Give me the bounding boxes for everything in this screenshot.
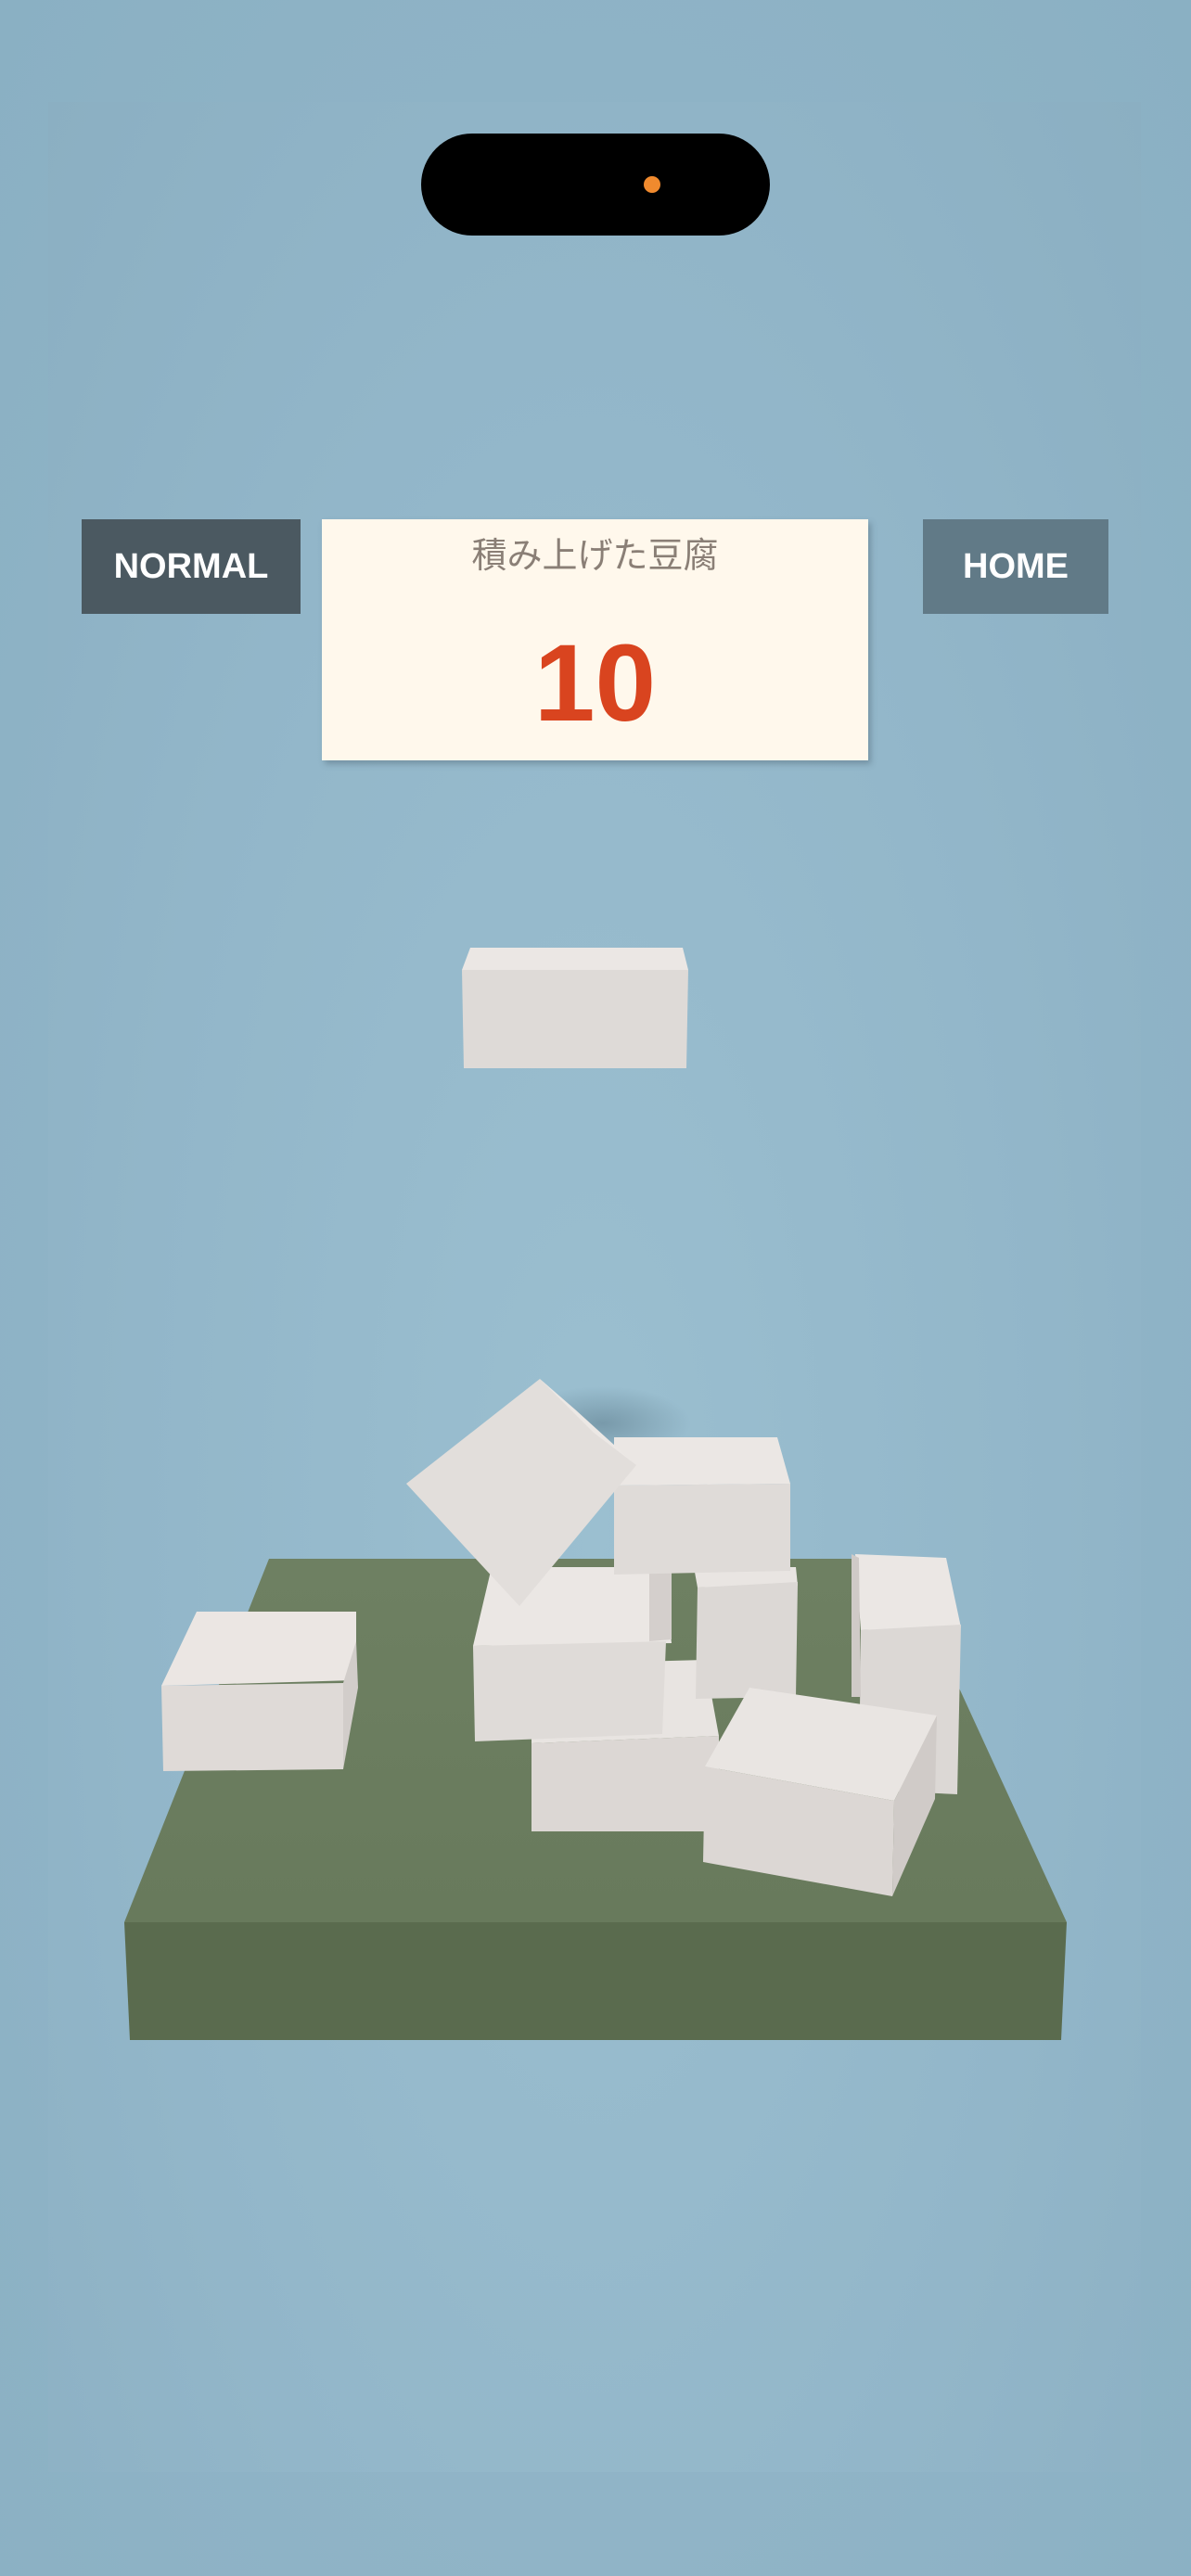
falling-tofu-block[interactable]	[462, 948, 688, 1068]
tofu-block-right-tilted	[703, 1688, 937, 1896]
tofu-block-center-middle	[473, 1567, 672, 1741]
game-scene[interactable]	[0, 0, 1191, 2576]
tofu-block-top-right	[614, 1437, 790, 1575]
tofu-block-left	[161, 1612, 358, 1771]
game-background: NORMAL 積み上げた豆腐 10 HOME	[0, 0, 1191, 2576]
